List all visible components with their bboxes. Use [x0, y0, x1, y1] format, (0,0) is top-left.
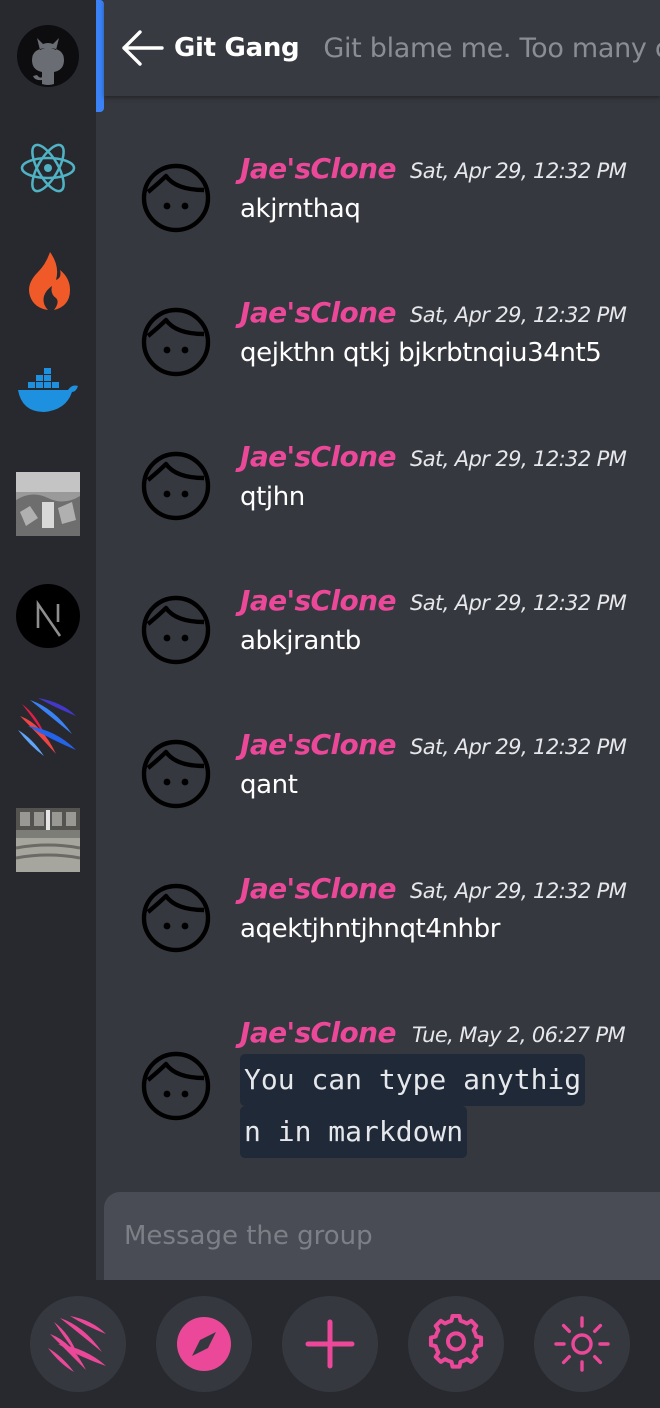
avatar-face-icon	[141, 1051, 211, 1121]
electron-icon	[20, 143, 76, 193]
server-nextjs[interactable]	[16, 584, 80, 648]
docker-icon	[18, 368, 78, 412]
message-timestamp: Sat, Apr 29, 12:32 PM	[410, 879, 627, 903]
server-photo-2[interactable]	[16, 808, 80, 872]
avatar-face-icon	[141, 451, 211, 521]
message-author[interactable]: Jae'sClone	[240, 584, 396, 617]
server-codeigniter[interactable]	[16, 248, 80, 312]
theme-toggle-button[interactable]	[534, 1296, 630, 1392]
server-electron[interactable]	[16, 136, 80, 200]
codeigniter-icon	[29, 252, 70, 310]
server-feather[interactable]	[16, 696, 80, 760]
message-author[interactable]: Jae'sClone	[240, 152, 396, 185]
message-text: qant	[240, 770, 298, 800]
message-author[interactable]: Jae'sClone	[240, 872, 396, 905]
message-timestamp: Tue, May 2, 06:27 PM	[412, 1023, 626, 1047]
compass-icon	[177, 1317, 231, 1371]
avatar-face-icon	[141, 739, 211, 809]
code-line: You can type anythig	[240, 1054, 586, 1106]
back-button[interactable]	[118, 18, 166, 78]
message-author[interactable]: Jae'sClone	[240, 440, 396, 473]
message-timestamp: Sat, Apr 29, 12:32 PM	[410, 303, 627, 327]
message-code-block: You can type anythig n in markdown	[240, 1054, 586, 1158]
message-text: abkjrantb	[240, 626, 361, 656]
explore-button[interactable]	[156, 1296, 252, 1392]
sun-icon	[554, 1316, 610, 1372]
bottom-nav	[0, 1280, 660, 1408]
github-icon	[17, 25, 79, 87]
feather-logo-icon	[18, 698, 76, 756]
server-photo-1[interactable]	[16, 472, 80, 536]
message-text: qtjhn	[240, 482, 305, 512]
nextjs-icon	[16, 584, 80, 648]
add-server-button[interactable]	[282, 1296, 378, 1392]
message-composer	[104, 1192, 660, 1280]
server-rail	[0, 0, 96, 1280]
avatar-face-icon	[141, 595, 211, 665]
message-timestamp: Sat, Apr 29, 12:32 PM	[410, 591, 627, 615]
avatar-face-icon	[141, 883, 211, 953]
server-github[interactable]	[16, 24, 80, 88]
arrow-left-icon	[122, 30, 164, 66]
feather-logo-icon	[48, 1316, 106, 1372]
avatar-face-icon	[141, 163, 211, 233]
message-author[interactable]: Jae'sClone	[240, 1016, 396, 1049]
channel-header: Git Gang Git blame me. Too many commits	[104, 0, 660, 96]
message-input[interactable]	[124, 1221, 660, 1251]
gear-icon	[428, 1314, 484, 1369]
code-line: n in markdown	[240, 1106, 468, 1158]
avatar-face-icon	[141, 307, 211, 377]
message-timestamp: Sat, Apr 29, 12:32 PM	[410, 159, 627, 183]
photo-server-icon	[16, 472, 80, 536]
message-text: akjrnthaq	[240, 194, 361, 224]
message-author[interactable]: Jae'sClone	[240, 728, 396, 761]
plus-icon	[305, 1319, 355, 1369]
logo-button[interactable]	[30, 1296, 126, 1392]
server-docker[interactable]	[16, 360, 80, 424]
photo-server-icon	[16, 808, 80, 872]
group-name: Git Gang	[174, 33, 300, 63]
message-timestamp: Sat, Apr 29, 12:32 PM	[410, 735, 627, 759]
message-text: aqektjhntjhnqt4nhbr	[240, 914, 501, 944]
settings-button[interactable]	[408, 1296, 504, 1392]
active-server-indicator	[96, 0, 104, 112]
message-text: qejkthn qtkj bjkrbtnqiu34nt5	[240, 338, 602, 368]
group-topic: Git blame me. Too many commits	[323, 32, 660, 64]
message-author[interactable]: Jae'sClone	[240, 296, 396, 329]
message-timestamp: Sat, Apr 29, 12:32 PM	[410, 447, 627, 471]
